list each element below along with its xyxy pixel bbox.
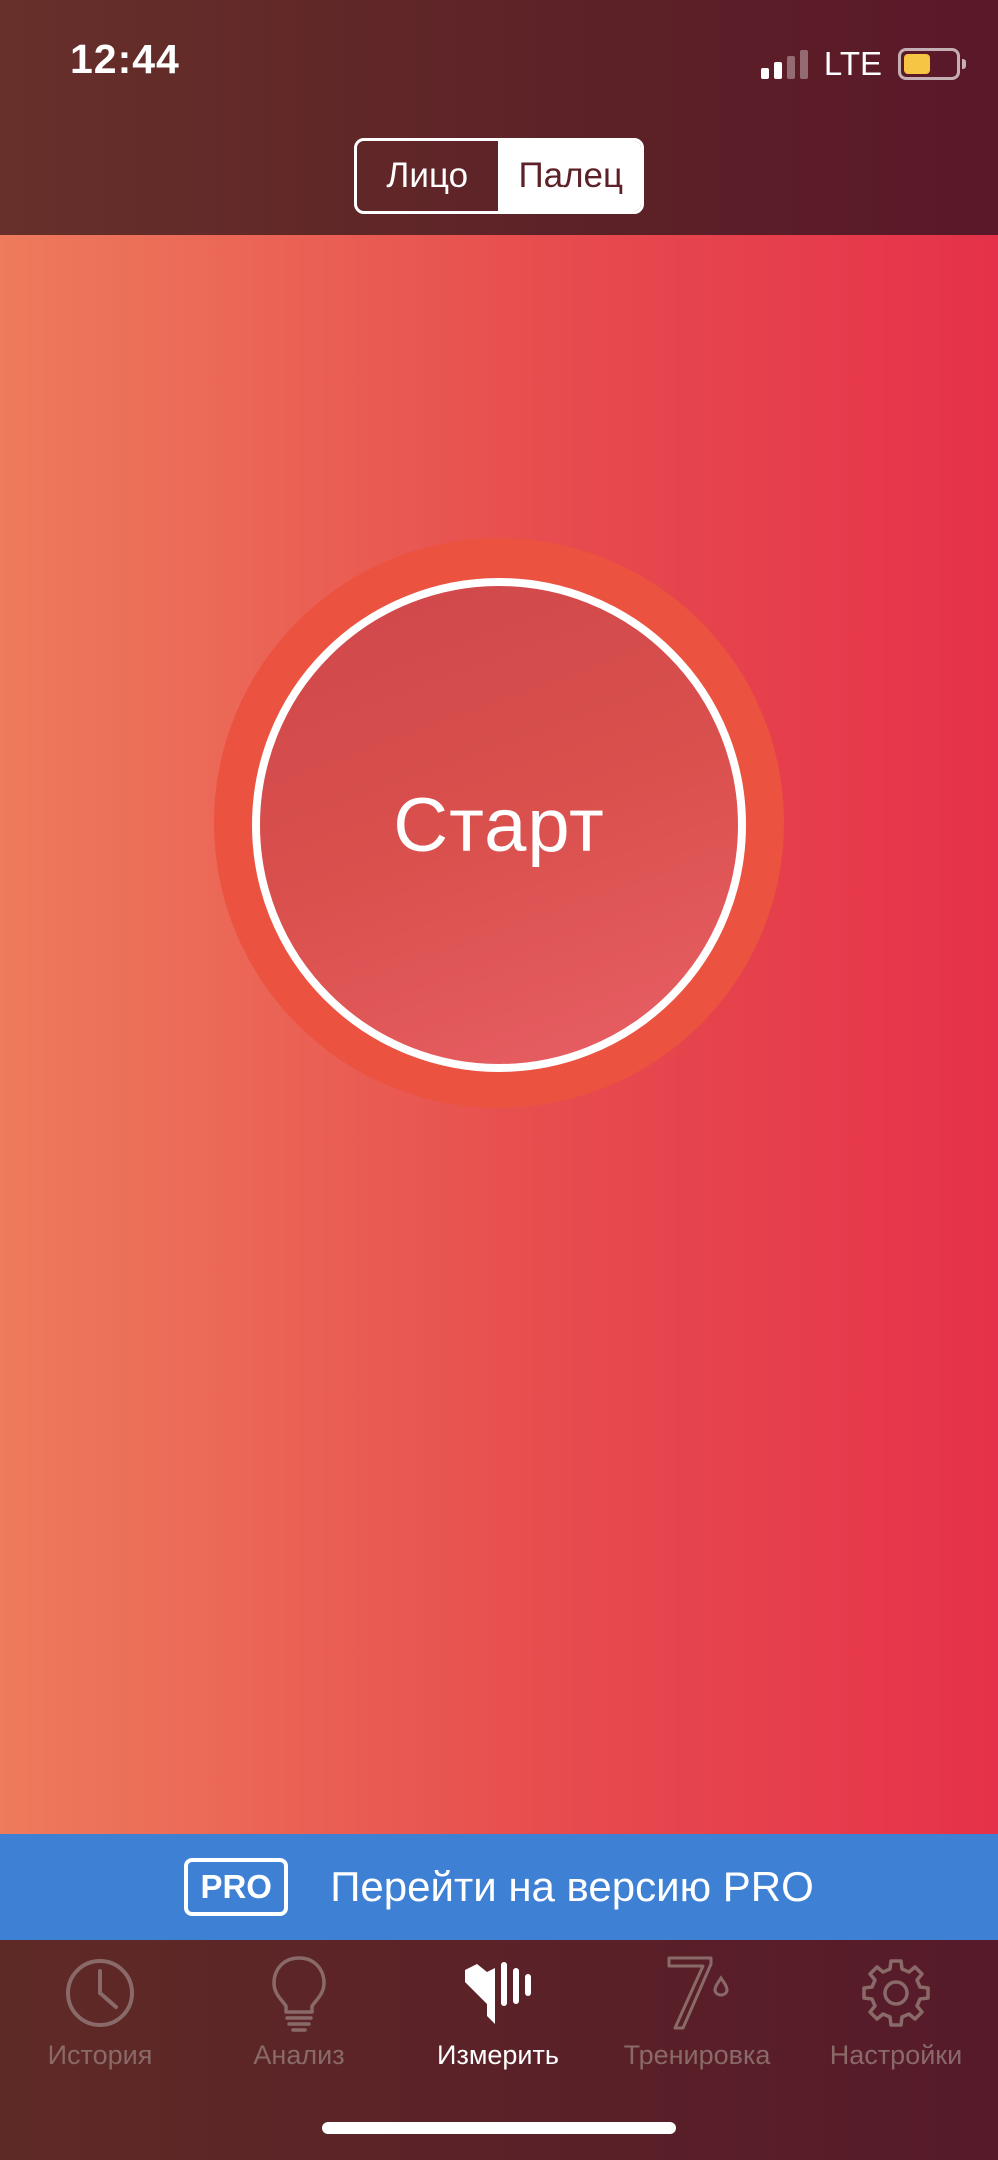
lightbulb-icon [269, 1954, 329, 2032]
mode-segmented-control: Лицо Палец [354, 138, 644, 214]
clock-icon [64, 1954, 136, 2032]
measure-screen: 12:44 LTE Лицо Палец Старт PRO Перейти н… [0, 0, 998, 2160]
signal-bar [773, 62, 782, 79]
tab-label: Анализ [253, 2040, 345, 2070]
start-button[interactable]: Старт [252, 578, 746, 1072]
battery-fill [904, 54, 930, 74]
network-type: LTE [823, 45, 882, 82]
battery-icon [898, 48, 966, 80]
pro-badge: PRO [184, 1858, 289, 1916]
tab-label: Настройки [829, 2040, 963, 2070]
signal-bar [786, 56, 795, 79]
tab-measure[interactable]: Измерить [398, 1940, 598, 2090]
top-bar: 12:44 LTE Лицо Палец [0, 0, 998, 235]
segment-face[interactable]: Лицо [357, 141, 498, 211]
signal-bar [760, 68, 769, 79]
signal-bar [799, 50, 808, 79]
gear-icon [860, 1954, 932, 2032]
status-time: 12:44 [70, 36, 180, 82]
status-indicators: LTE [760, 44, 966, 84]
start-label: Старт [393, 782, 605, 868]
tab-settings[interactable]: Настройки [796, 1940, 996, 2090]
home-indicator[interactable] [322, 2122, 676, 2134]
heart-pulse-icon [459, 1954, 537, 2032]
seven-drop-icon [663, 1954, 731, 2032]
tab-label: Тренировка [623, 2040, 771, 2070]
tab-analysis[interactable]: Анализ [199, 1940, 399, 2090]
upgrade-pro-text: Перейти на версию PRO [330, 1863, 814, 1910]
upgrade-pro-banner[interactable]: PRO Перейти на версию PRO [0, 1834, 998, 1940]
battery-tip [962, 59, 966, 69]
segment-finger[interactable]: Палец [497, 141, 641, 211]
tab-history[interactable]: История [0, 1940, 200, 2090]
tab-label: Измерить [437, 2040, 559, 2070]
signal-icon [760, 49, 808, 79]
tab-training[interactable]: Тренировка [597, 1940, 797, 2090]
tab-label: История [47, 2040, 153, 2070]
